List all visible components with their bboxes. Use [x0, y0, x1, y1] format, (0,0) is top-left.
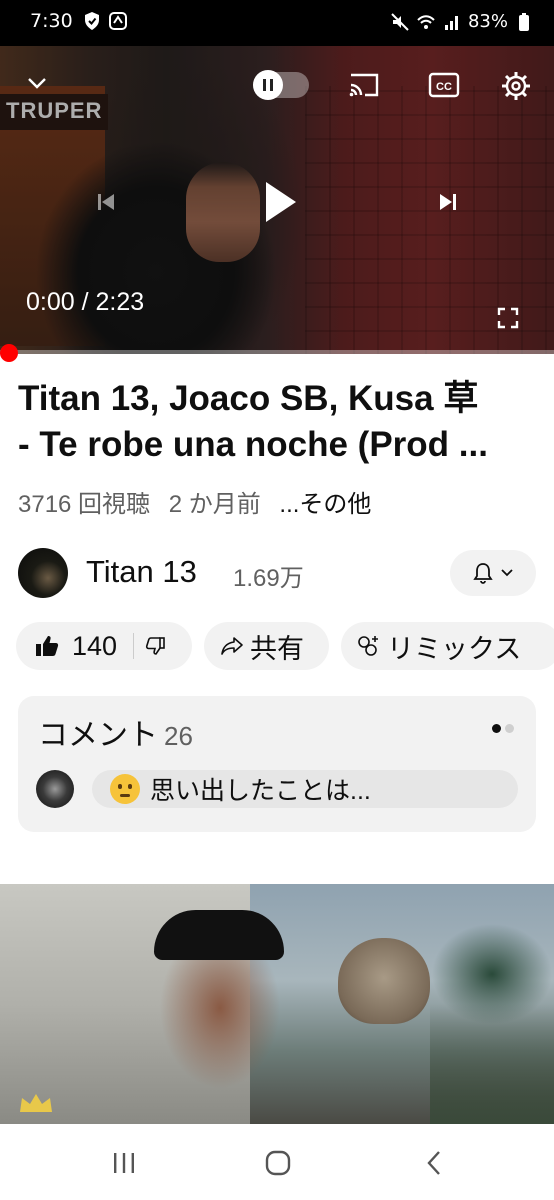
fullscreen-icon	[497, 307, 519, 329]
pause-icon	[253, 70, 283, 100]
system-nav-bar	[0, 1124, 554, 1200]
playback-time: 0:00 / 2:23	[26, 288, 145, 316]
share-button[interactable]: 共有	[204, 622, 329, 670]
remix-button[interactable]: リミックス	[341, 622, 554, 670]
thumbs-up-icon	[36, 636, 59, 656]
share-label: 共有	[250, 633, 304, 664]
comments-card[interactable]: コメント 26 思い出したことは...	[18, 696, 536, 832]
scrubber-handle[interactable]	[0, 344, 18, 362]
video-meta[interactable]: 3716 回視聴 2 か月前 ...その他	[18, 484, 383, 519]
like-dislike-pill: 140	[16, 622, 192, 670]
play-icon	[266, 182, 296, 222]
autoplay-toggle[interactable]	[253, 70, 309, 100]
next-video-button[interactable]	[430, 184, 466, 220]
gear-icon	[502, 72, 530, 100]
like-count: 140	[72, 630, 118, 661]
thumb-palm-trees	[430, 924, 554, 1124]
home-button[interactable]	[258, 1148, 298, 1178]
recents-icon	[114, 1153, 134, 1173]
status-right-icons: 83%	[390, 11, 534, 32]
status-left-icons	[82, 11, 128, 31]
shield-icon	[85, 12, 99, 30]
channel-name[interactable]: Titan 13	[86, 554, 197, 590]
thumbs-down-icon	[145, 637, 165, 655]
sync-icon	[109, 12, 127, 30]
collapse-player-button[interactable]	[22, 68, 52, 98]
comments-pager-dots	[492, 724, 514, 733]
video-title-line-1: Titan 13, Joaco SB, Kusa 草	[18, 379, 479, 418]
back-button[interactable]	[414, 1148, 454, 1178]
upload-age: 2 か月前	[168, 491, 261, 518]
comment-preview[interactable]: 思い出したことは...	[92, 770, 518, 808]
status-time: 7:30	[30, 10, 73, 32]
previous-video-button[interactable]	[88, 184, 124, 220]
remix-label: リミックス	[387, 633, 522, 664]
like-button[interactable]: 140	[34, 631, 117, 662]
cast-button[interactable]	[346, 70, 382, 100]
channel-row: Titan 13 1.69万	[18, 548, 536, 600]
dislike-button[interactable]	[144, 636, 166, 656]
video-player[interactable]: TRUPER CC 0:00 / 2:23	[0, 46, 554, 354]
home-icon	[265, 1150, 291, 1176]
mute-icon	[391, 12, 409, 31]
comments-header: コメント 26	[38, 710, 193, 754]
crown-icon	[20, 1094, 52, 1112]
status-bar: 7:30 83%	[0, 0, 554, 46]
signal-icon	[444, 15, 458, 30]
recents-button[interactable]	[104, 1148, 144, 1178]
cast-icon	[349, 73, 379, 97]
video-title[interactable]: Titan 13, Joaco SB, Kusa 草 - Te robe una…	[18, 376, 538, 468]
view-count: 3716 回視聴	[18, 491, 151, 518]
channel-avatar[interactable]	[18, 548, 68, 598]
share-icon	[221, 637, 243, 655]
like-divider	[133, 633, 135, 659]
back-icon	[427, 1151, 440, 1175]
chevron-down-icon	[28, 78, 46, 89]
video-title-line-2: - Te robe una noche (Prod ...	[18, 425, 488, 464]
play-button[interactable]	[255, 174, 305, 230]
progress-bar[interactable]	[0, 350, 554, 354]
comment-preview-text: 思い出したことは...	[150, 777, 371, 805]
next-video-thumbnail[interactable]	[0, 884, 554, 1124]
next-icon	[440, 194, 456, 210]
chevron-down-icon	[501, 569, 513, 577]
previous-icon	[98, 194, 114, 210]
svg-text:CC: CC	[436, 81, 452, 93]
battery-percent: 83%	[467, 11, 508, 32]
bell-icon	[473, 563, 493, 584]
captions-button[interactable]: CC	[426, 70, 462, 100]
remix-icon	[358, 636, 378, 656]
captions-icon: CC	[428, 72, 460, 98]
comments-count: 26	[164, 721, 193, 751]
commenter-avatar	[36, 770, 74, 808]
comments-label: コメント	[38, 719, 158, 752]
thumb-cap	[154, 910, 284, 960]
fullscreen-button[interactable]	[494, 304, 522, 332]
notification-bell-button[interactable]	[450, 550, 536, 596]
battery-icon	[519, 12, 529, 31]
more-link[interactable]: ...その他	[279, 491, 371, 518]
thumb-skull	[338, 938, 430, 1024]
settings-button[interactable]	[498, 68, 534, 104]
subscriber-count: 1.69万	[233, 565, 304, 592]
action-bar: 140 共有 リミックス	[16, 622, 554, 670]
thinking-face-icon	[110, 774, 140, 804]
wifi-icon	[417, 14, 435, 29]
